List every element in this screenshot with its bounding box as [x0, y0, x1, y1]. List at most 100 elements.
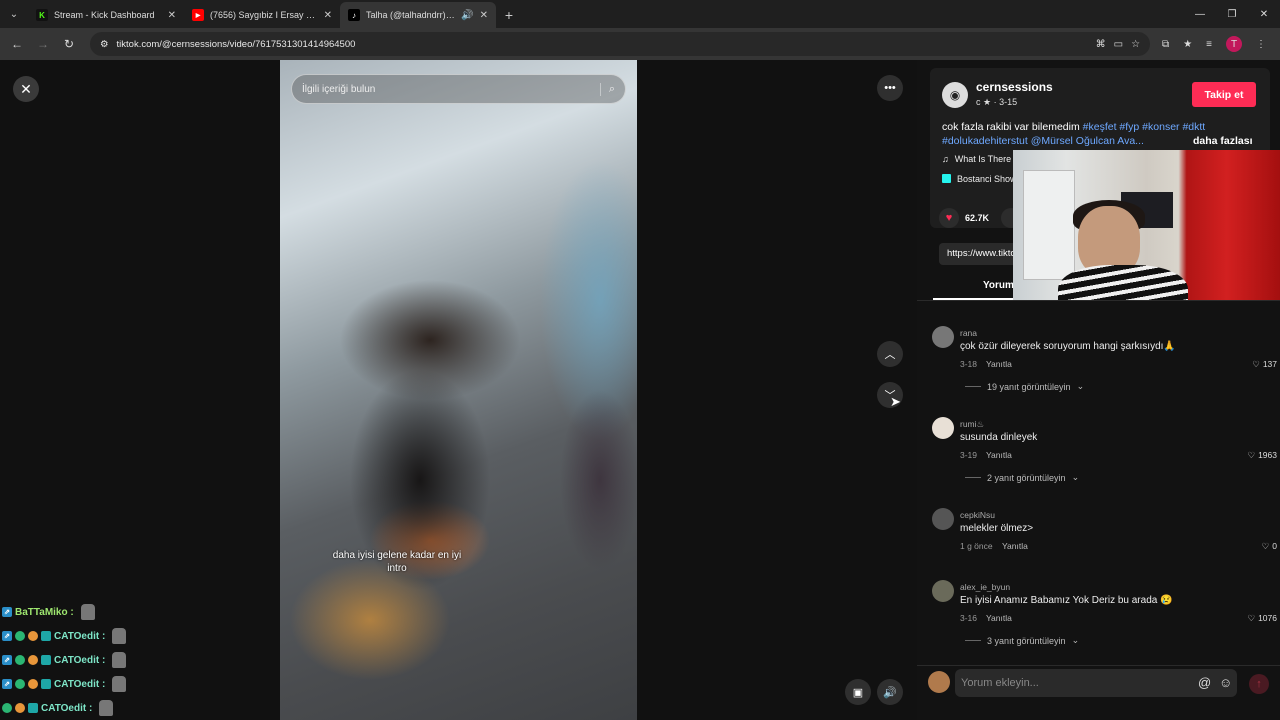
- window-close-icon[interactable]: ✕: [1248, 0, 1280, 28]
- video-player[interactable]: İlgili içeriği bulun ⌕ daha iyisi gelene…: [280, 60, 637, 720]
- comment-like-button[interactable]: ♡ 1963: [1247, 450, 1277, 461]
- chevron-down-icon: ⌄: [1071, 635, 1080, 645]
- view-replies-button[interactable]: 19 yanıt görüntüleyin ⌄: [965, 381, 1084, 392]
- comment-date: 3-18: [960, 359, 978, 369]
- divider: [917, 300, 1280, 301]
- like-button[interactable]: ♥ 62.7K: [939, 208, 989, 228]
- chevron-up-icon[interactable]: ︿: [877, 341, 903, 367]
- reply-button[interactable]: Yanıtla: [986, 359, 1012, 369]
- commenter-avatar[interactable]: [932, 580, 954, 602]
- commenter-name[interactable]: rana: [960, 328, 977, 338]
- commenter-name[interactable]: cepkiNsu: [960, 510, 995, 520]
- music-link[interactable]: ♫ What Is There: [942, 154, 1011, 164]
- emote-icon: [112, 652, 127, 668]
- volume-icon[interactable]: 🔊: [877, 679, 903, 705]
- commenter-avatar[interactable]: [932, 508, 954, 530]
- close-tab-icon[interactable]: ✕: [480, 10, 488, 21]
- profile-avatar[interactable]: T: [1226, 36, 1242, 52]
- view-replies-button[interactable]: 2 yanıt görüntüleyin ⌄: [965, 472, 1079, 483]
- stream-chat-overlay: ⇗ BaTTaMiko : ⇗ CATOedit : ⇗ CATOedit : …: [2, 600, 127, 720]
- sub-badge-icon: [15, 703, 25, 713]
- bookmark-star-icon[interactable]: ☆: [1131, 39, 1140, 50]
- view-replies-button[interactable]: 3 yanıt görüntüleyin ⌄: [965, 635, 1079, 646]
- emoji-icon[interactable]: ☺: [1219, 675, 1232, 690]
- heart-outline-icon: ♡: [1261, 541, 1270, 551]
- tiktok-icon: ♪: [348, 9, 360, 21]
- chat-message: CATOedit :: [2, 696, 126, 720]
- chevron-down-icon: ⌄: [1076, 381, 1085, 391]
- restore-icon[interactable]: ❐: [1216, 0, 1248, 28]
- close-video-icon[interactable]: ✕: [13, 76, 39, 102]
- tab-search-icon[interactable]: ⌄: [0, 0, 28, 28]
- new-tab-button[interactable]: +: [496, 2, 522, 28]
- translate-icon[interactable]: ⌘: [1096, 39, 1106, 50]
- reload-icon[interactable]: ↻: [58, 33, 80, 55]
- close-tab-icon[interactable]: ✕: [168, 10, 176, 21]
- chevron-down-icon: ⌄: [1071, 472, 1080, 482]
- back-icon[interactable]: ←: [6, 33, 28, 55]
- bookmarks-icon[interactable]: ★: [1183, 39, 1192, 50]
- extensions-icon[interactable]: ⧉: [1162, 39, 1169, 50]
- sub-badge-icon: [28, 679, 38, 689]
- more-options-icon[interactable]: •••: [877, 75, 903, 101]
- reply-button[interactable]: Yanıtla: [986, 450, 1012, 460]
- creator-username[interactable]: cernsessions: [976, 80, 1053, 94]
- heart-icon: ♥: [939, 208, 959, 228]
- site-info-icon[interactable]: ⚙: [100, 39, 109, 50]
- send-icon[interactable]: ↑: [1249, 674, 1269, 694]
- chat-username: CATOedit :: [54, 654, 106, 666]
- omnibox-actions: ⌘ ▭ ☆: [1096, 39, 1140, 50]
- mention-icon[interactable]: @: [1198, 675, 1211, 690]
- speaker-icon[interactable]: 🔊: [461, 10, 473, 21]
- verified-badge-icon: [2, 703, 12, 713]
- reply-button[interactable]: Yanıtla: [986, 613, 1012, 623]
- close-tab-icon[interactable]: ✕: [324, 10, 332, 21]
- pip-icon[interactable]: ▣: [845, 679, 871, 705]
- see-more-link[interactable]: daha fazlası: [1193, 135, 1253, 147]
- minimize-icon[interactable]: —: [1184, 0, 1216, 28]
- sub-badge-icon: [28, 655, 38, 665]
- forward-icon[interactable]: →: [32, 33, 54, 55]
- commenter-name[interactable]: alex_ie_byun: [960, 582, 1010, 592]
- heart-outline-icon: ♡: [1247, 613, 1256, 623]
- address-bar[interactable]: ⚙ tiktok.com/@cernsessions/video/7617531…: [90, 32, 1151, 56]
- follow-button[interactable]: Takip et: [1192, 82, 1256, 107]
- commenter-name[interactable]: rumi♨: [960, 419, 984, 430]
- chat-badge-icon: ⇗: [2, 631, 12, 641]
- divider: [965, 386, 981, 387]
- sub-badge-icon: [28, 631, 38, 641]
- music-title: What Is There: [954, 154, 1012, 164]
- commenter-avatar[interactable]: [932, 326, 954, 348]
- comment-date: 3-16: [960, 613, 978, 623]
- chat-badge-icon: ⇗: [2, 655, 12, 665]
- tab-title: Stream - Kick Dashboard: [54, 10, 155, 20]
- comment-like-count: 0: [1272, 541, 1277, 551]
- comment-text: En iyisi Anamız Babamız Yok Deriz bu ara…: [960, 595, 1173, 606]
- creator-meta: c ★ · 3-15: [976, 97, 1018, 107]
- menu-icon[interactable]: ⋮: [1256, 39, 1266, 50]
- location-link[interactable]: Bostanci Show: [942, 174, 1017, 184]
- tab-kick[interactable]: K Stream - Kick Dashboard ✕: [28, 2, 184, 28]
- chat-username: CATOedit :: [54, 678, 106, 690]
- mouse-cursor-icon: ➤: [890, 394, 901, 409]
- reply-button[interactable]: Yanıtla: [1002, 541, 1028, 551]
- video-caption: daha iyisi gelene kadar en iyi intro: [332, 550, 462, 574]
- tab-youtube[interactable]: ▶ (7656) Saygıbiz I Ersay Üner, Gi ✕: [184, 2, 340, 28]
- tab-tiktok[interactable]: ♪ Talha (@talhadndrr) | TikTok 🔊 ✕: [340, 2, 496, 28]
- tab-title: (7656) Saygıbiz I Ersay Üner, Gi: [210, 10, 318, 20]
- comment-like-button[interactable]: ♡ 137: [1252, 359, 1277, 370]
- search-icon[interactable]: ⌕: [599, 82, 615, 96]
- comment-like-button[interactable]: ♡ 1076: [1247, 613, 1277, 624]
- comment-input[interactable]: [955, 669, 1237, 697]
- emote-icon: [99, 700, 114, 716]
- webcam-cabinet: [1023, 170, 1075, 280]
- media-control-icon[interactable]: ≡: [1206, 39, 1212, 50]
- chat-badge-icon: ⇗: [2, 607, 12, 617]
- commenter-avatar[interactable]: [932, 417, 954, 439]
- comment-like-count: 1076: [1258, 613, 1277, 623]
- comment-like-button[interactable]: ♡ 0: [1262, 541, 1277, 552]
- cast-icon[interactable]: ▭: [1114, 39, 1123, 50]
- related-search-input[interactable]: İlgili içeriği bulun ⌕: [291, 74, 626, 104]
- creator-avatar[interactable]: ◉: [942, 82, 968, 108]
- kick-icon: K: [36, 9, 48, 21]
